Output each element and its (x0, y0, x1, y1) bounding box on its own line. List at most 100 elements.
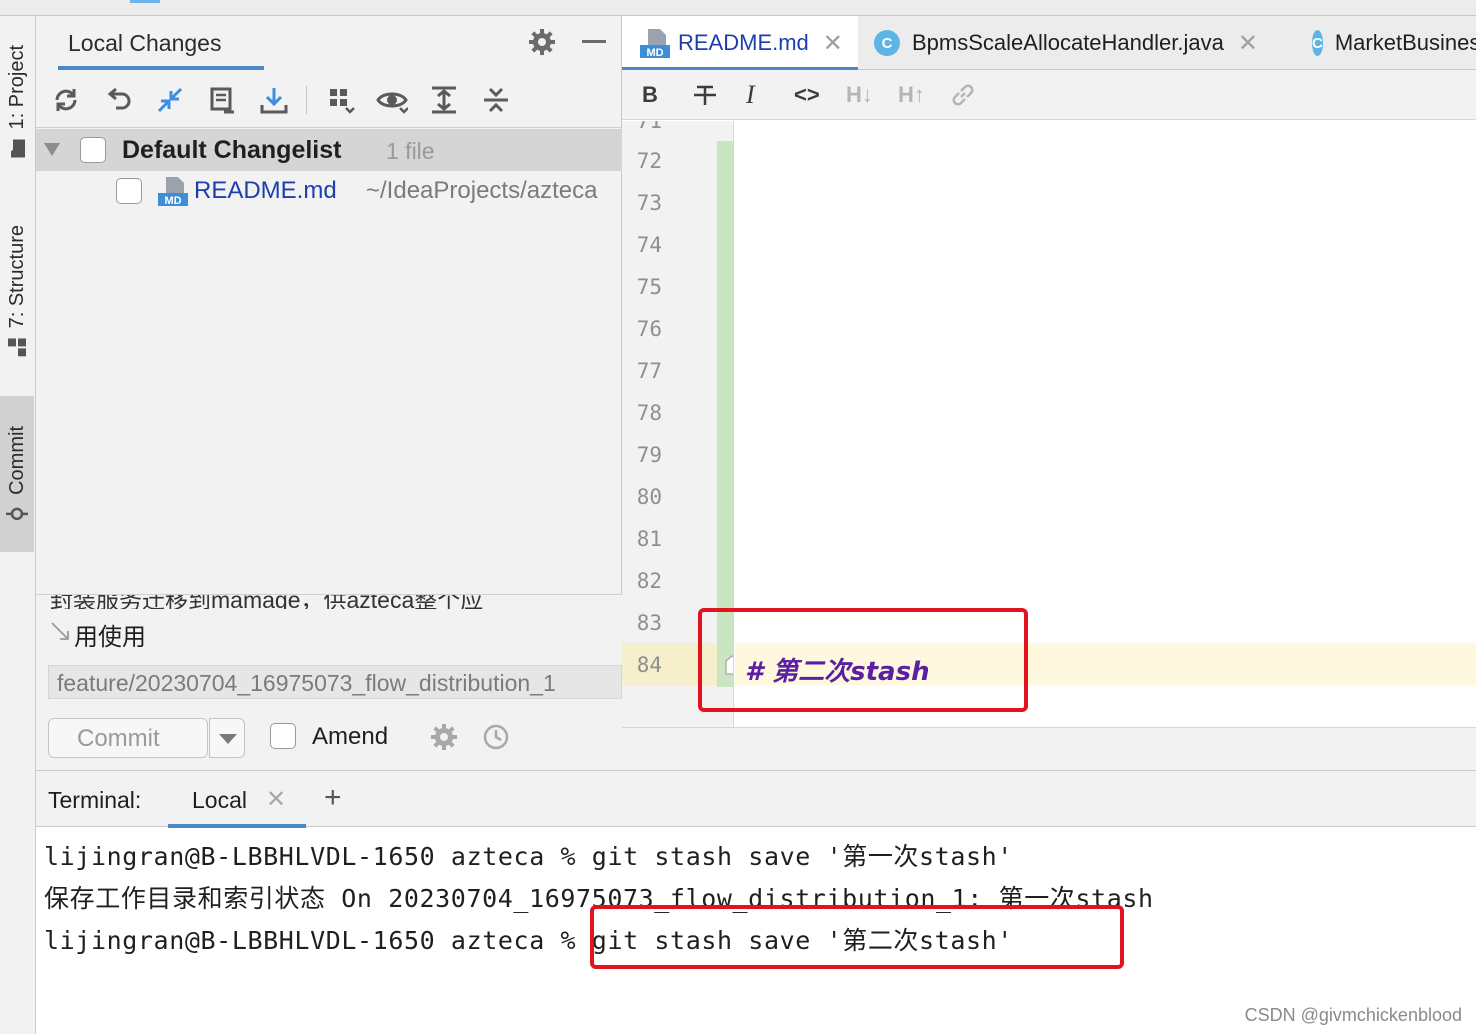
line-number: 78 (636, 401, 662, 425)
active-tab-underline (58, 66, 264, 70)
tool-tab-project[interactable]: 1: Project (0, 26, 34, 176)
link-button[interactable] (950, 78, 976, 112)
commit-icon (6, 507, 28, 520)
terminal-tab-label: Local (192, 787, 247, 813)
changed-file-row[interactable]: MD README.md ~/IdeaProjects/azteca (36, 171, 622, 211)
close-icon[interactable]: ✕ (266, 785, 286, 814)
italic-button[interactable]: I (746, 78, 755, 112)
tab-readme[interactable]: MD README.md ✕ (622, 16, 858, 71)
wrap-arrow-icon (51, 622, 69, 640)
commit-dropdown-icon[interactable] (209, 718, 245, 758)
class-icon: C (874, 30, 900, 56)
commit-button-label: Commit (77, 725, 160, 752)
eye-icon[interactable] (376, 84, 408, 116)
highlight-box-terminal (590, 905, 1124, 969)
tab-market-business[interactable]: C MarketBusiness (1312, 16, 1476, 70)
rollback-icon[interactable] (102, 84, 134, 116)
expand-all-icon[interactable] (428, 84, 460, 116)
branch-field[interactable]: feature/20230704_16975073_flow_distribut… (48, 665, 622, 699)
gear-icon[interactable] (528, 28, 556, 56)
diff-icon[interactable] (206, 84, 238, 116)
tool-tab-structure[interactable]: 7: Structure (0, 206, 34, 376)
clock-icon[interactable] (482, 723, 510, 751)
link-icon (952, 84, 974, 106)
tool-window-strip: 1: Project 7: Structure Commit (0, 16, 36, 1034)
watermark: CSDN @givmchickenblood (1244, 1005, 1462, 1025)
bold-button[interactable]: B (642, 78, 658, 112)
strikethrough-icon (694, 85, 716, 105)
tab-readme-label: README.md (678, 30, 809, 55)
markdown-file-icon: MD (158, 177, 188, 206)
changes-header: Local Changes (36, 16, 622, 70)
download-icon[interactable] (258, 84, 290, 116)
tool-tab-commit[interactable]: Commit (0, 396, 34, 552)
highlight-box-editor (698, 608, 1028, 712)
commit-button[interactable]: Commit (48, 718, 245, 758)
top-strip (0, 0, 1476, 16)
strikethrough-button[interactable] (692, 78, 718, 112)
line-number: 80 (636, 485, 662, 509)
terminal-label: Terminal: (48, 787, 142, 813)
collapse-all-icon[interactable] (480, 84, 512, 116)
refresh-icon[interactable] (50, 84, 82, 116)
shelve-icon[interactable] (154, 84, 186, 116)
file-path: ~/IdeaProjects/azteca (366, 177, 598, 204)
editor-bottom-area (622, 727, 1476, 770)
top-indicator (130, 0, 160, 3)
terminal-line[interactable]: lijingran@B-LBBHLVDL-1650 azteca % git s… (44, 837, 1013, 873)
file-name: README.md (194, 177, 337, 204)
markdown-file-icon: MD (640, 29, 670, 58)
md-icon-label: MD (164, 195, 181, 206)
heading-increase-button[interactable]: H↑ (898, 78, 925, 112)
active-tab-underline (168, 824, 306, 828)
new-terminal-plus-icon[interactable]: + (324, 781, 342, 815)
line-number: 72 (636, 149, 662, 173)
code-button[interactable]: <> (794, 78, 820, 112)
commit-message-area: 封装服务迁移到mamage，供azteca整个应 用使用 feature/202… (36, 594, 622, 770)
line-number: 79 (636, 443, 662, 467)
terminal-panel: Terminal: Local ✕ + lijingran@B-LBBHLVDL… (36, 770, 1476, 1034)
changelist-count: 1 file (386, 138, 435, 164)
toolbar-separator (306, 86, 307, 114)
terminal-header: Terminal: Local ✕ + (36, 771, 1476, 828)
tab-market-business-label: MarketBusiness (1334, 30, 1476, 55)
line-number: 83 (636, 611, 662, 635)
line-number: 73 (636, 191, 662, 215)
file-checkbox[interactable] (116, 178, 142, 204)
amend-label: Amend (312, 723, 389, 750)
line-number: 77 (636, 359, 662, 383)
changes-toolbar (36, 72, 622, 128)
amend-checkbox[interactable] (270, 723, 296, 749)
structure-icon (8, 338, 26, 357)
local-changes-panel: Local Changes Default Changelist 1 file … (36, 16, 622, 770)
tool-tab-structure-label: 7: Structure (5, 225, 28, 329)
commit-message-line1: 封装服务迁移到mamage，供azteca整个应 (50, 595, 484, 609)
line-number: 71 (636, 121, 662, 133)
markdown-toolbar: B I <> H↓ H↑ (622, 70, 1476, 120)
commit-message-clipped[interactable]: 封装服务迁移到mamage，供azteca整个应 (50, 595, 622, 609)
line-number: 76 (636, 317, 662, 341)
tool-tab-project-label: 1: Project (5, 44, 28, 130)
commit-message-line2[interactable]: 用使用 (74, 617, 146, 652)
close-icon[interactable]: ✕ (823, 29, 843, 58)
tab-bpms-handler[interactable]: C BpmsScaleAllocateHandler.java ✕ (874, 16, 1298, 70)
line-number: 84 (636, 653, 662, 677)
vcs-change-marker[interactable] (717, 141, 733, 687)
svg-text:MD: MD (646, 47, 663, 58)
class-icon: C (1312, 30, 1323, 56)
tab-bpms-handler-label: BpmsScaleAllocateHandler.java (912, 30, 1224, 55)
line-number: 81 (636, 527, 662, 551)
group-by-icon[interactable] (326, 84, 358, 116)
editor-panel: MD README.md ✕ C BpmsScaleAllocateHandle… (622, 16, 1476, 770)
terminal-tab-local[interactable]: Local ✕ (168, 771, 306, 828)
changelist-row[interactable]: Default Changelist 1 file (36, 129, 622, 171)
close-icon[interactable]: ✕ (1238, 29, 1258, 58)
commit-settings-gear-icon[interactable] (430, 723, 458, 751)
changes-tab-title[interactable]: Local Changes (68, 30, 221, 57)
changelist-checkbox[interactable] (80, 137, 106, 163)
editor-tabs: MD README.md ✕ C BpmsScaleAllocateHandle… (622, 16, 1476, 71)
changelist-label: Default Changelist (122, 136, 342, 164)
minimize-icon[interactable] (582, 40, 606, 43)
heading-decrease-button[interactable]: H↓ (846, 78, 873, 112)
expand-arrow-icon[interactable] (44, 143, 60, 156)
